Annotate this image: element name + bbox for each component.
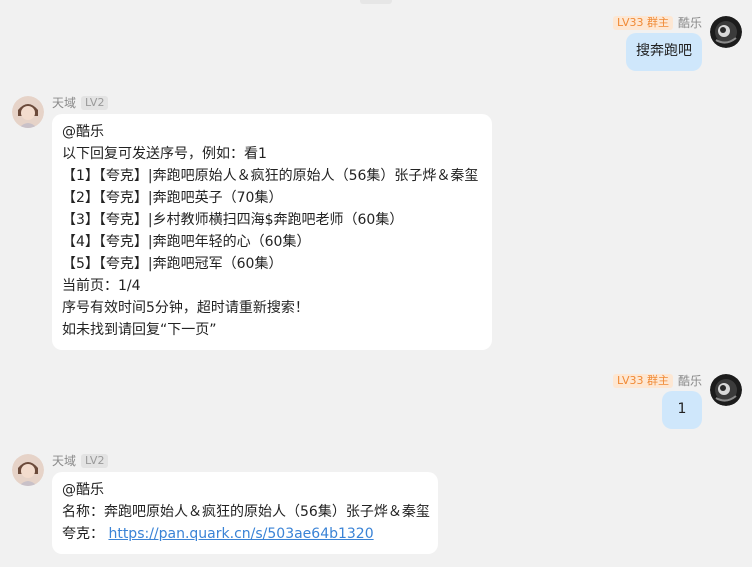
user-avatar[interactable]: [710, 16, 742, 48]
mention-text: @酷乐: [62, 124, 104, 140]
sender-name: 酷乐: [677, 374, 702, 388]
user-avatar[interactable]: [12, 96, 44, 128]
link-label: 夸克：: [62, 526, 104, 542]
chat-bubble-self[interactable]: 1: [662, 391, 702, 429]
level-badge: LV2: [81, 96, 109, 110]
message-meta: LV33 群主 酷乐: [613, 374, 702, 388]
owner-level-badge: LV33 群主: [613, 374, 673, 388]
message-text: 搜奔跑吧: [636, 43, 692, 59]
message-meta: 天域 LV2: [52, 96, 109, 110]
link-row: 夸克： https://pan.quark.cn/s/503ae64b1320: [62, 523, 428, 545]
chat-bubble-bot-result-detail[interactable]: @酷乐 名称：奔跑吧原始人＆疯狂的原始人（56集）张子烨＆秦玺 夸克： http…: [52, 472, 438, 554]
message-meta: LV33 群主 酷乐: [613, 16, 702, 30]
sender-name: 天域: [52, 96, 77, 110]
page-indicator: 当前页：1/4: [62, 278, 141, 294]
result-item: 【5】【夸克】|奔跑吧冠军（60集）: [62, 256, 283, 272]
user-avatar[interactable]: [710, 374, 742, 406]
next-page-hint: 如未找到请回复“下一页”: [62, 322, 217, 338]
chat-bubble-self[interactable]: 搜奔跑吧: [626, 33, 702, 71]
message-meta: 天域 LV2: [52, 454, 109, 468]
quark-share-link[interactable]: https://pan.quark.cn/s/503ae64b1320: [108, 526, 373, 542]
sender-name: 天域: [52, 454, 77, 468]
timeout-note: 序号有效时间5分钟，超时请重新搜索！: [62, 300, 309, 316]
result-item: 【3】【夸克】|乡村教师横扫四海$奔跑吧老师（60集）: [62, 212, 404, 228]
message-text: 1: [677, 401, 687, 417]
instruction-text: 以下回复可发送序号，例如：看1: [62, 146, 267, 162]
sender-name: 酷乐: [677, 16, 702, 30]
result-name: 名称：奔跑吧原始人＆疯狂的原始人（56集）张子烨＆秦玺: [62, 504, 430, 520]
result-item: 【4】【夸克】|奔跑吧年轻的心（60集）: [62, 234, 311, 250]
level-badge: LV2: [81, 454, 109, 468]
mention-text: @酷乐: [62, 482, 104, 498]
result-item: 【1】【夸克】|奔跑吧原始人＆疯狂的原始人（56集）张子烨＆秦玺: [62, 168, 479, 184]
top-scroll-indicator: [360, 0, 392, 4]
result-item: 【2】【夸克】|奔跑吧英子（70集）: [62, 190, 283, 206]
user-avatar[interactable]: [12, 454, 44, 486]
chat-bubble-bot-search-results[interactable]: @酷乐 以下回复可发送序号，例如：看1 【1】【夸克】|奔跑吧原始人＆疯狂的原始…: [52, 114, 492, 350]
owner-level-badge: LV33 群主: [613, 16, 673, 30]
